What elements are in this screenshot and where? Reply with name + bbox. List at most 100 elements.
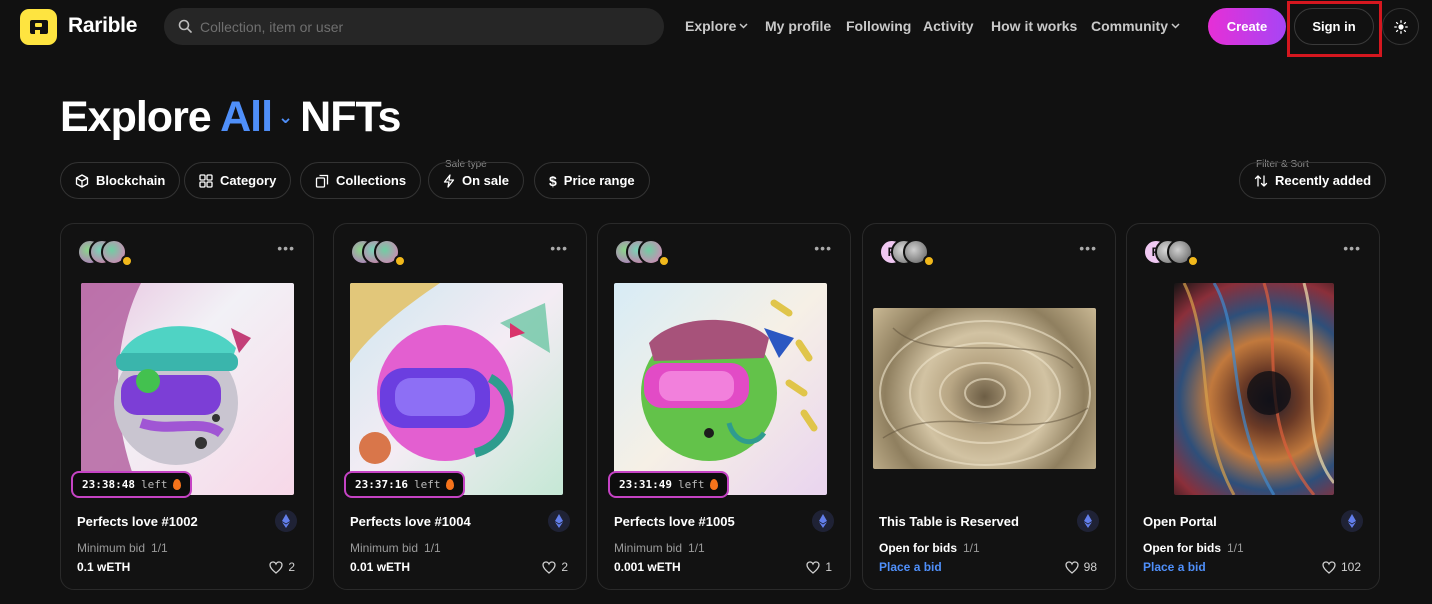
nft-image[interactable]: [350, 283, 563, 495]
sort-arrows-icon: [1254, 174, 1268, 188]
collections-icon: [315, 174, 329, 188]
nft-title[interactable]: Perfects love #1002: [77, 514, 198, 529]
search-icon: [178, 19, 192, 33]
filter-collections-label: Collections: [336, 173, 407, 188]
chevron-down-icon[interactable]: ⌄: [278, 107, 293, 127]
sort-dropdown-label: Recently added: [1275, 173, 1372, 188]
auction-timer: 23:38:48 left: [71, 471, 193, 498]
bid-info: Minimum bid 1/1: [77, 541, 168, 555]
filter-price-range[interactable]: $ Price range: [534, 162, 650, 199]
nft-image[interactable]: [1174, 283, 1334, 495]
search-bar[interactable]: [164, 8, 664, 45]
chevron-down-icon: [1171, 23, 1180, 29]
bid-label: Open for bids: [879, 541, 957, 555]
bid-info: Minimum bid 1/1: [614, 541, 705, 555]
nav-explore-label: Explore: [685, 18, 737, 34]
ethereum-icon: [812, 510, 834, 532]
nft-card[interactable]: ••• 23:31:49 left Perfects love #1005 Min…: [597, 223, 851, 590]
heart-icon: [542, 560, 556, 574]
heart-icon: [269, 560, 283, 574]
like-count: 98: [1083, 560, 1097, 574]
bid-label: Minimum bid: [77, 541, 146, 555]
heart-icon: [1322, 560, 1336, 574]
sign-in-button[interactable]: Sign in: [1294, 8, 1374, 45]
nft-card[interactable]: R ••• Open Portal Open for bids 1/1 Place…: [1126, 223, 1380, 590]
nft-artwork: [1182, 283, 1334, 495]
edition-count: 1/1: [688, 541, 705, 555]
nav-explore[interactable]: Explore: [685, 18, 748, 34]
fire-icon: [710, 479, 719, 490]
nft-card[interactable]: ••• 23:38:48 left Perfects love #1002 Min…: [60, 223, 314, 590]
nft-card[interactable]: ••• 23:37:16 left Perfects love #1004 Min…: [333, 223, 587, 590]
nft-image[interactable]: [81, 283, 294, 495]
heart-icon: [806, 560, 820, 574]
title-category-selector[interactable]: All: [220, 93, 273, 141]
title-suffix: NFTs: [300, 93, 401, 141]
sun-icon: [1393, 19, 1408, 34]
like-button[interactable]: 98: [1064, 560, 1097, 574]
like-count: 2: [288, 560, 295, 574]
filter-sale-type[interactable]: On sale: [428, 162, 524, 199]
brand-name[interactable]: Rarible: [68, 14, 137, 38]
nav-following[interactable]: Following: [846, 18, 911, 34]
nav-activity[interactable]: Activity: [923, 18, 974, 34]
nft-artwork: [350, 283, 550, 464]
like-button[interactable]: 1: [806, 560, 832, 574]
more-options-icon[interactable]: •••: [814, 240, 832, 256]
price-value: 0.1 wETH: [77, 560, 131, 574]
nft-title[interactable]: This Table is Reserved: [879, 514, 1019, 529]
more-options-icon[interactable]: •••: [1343, 240, 1361, 256]
lightning-icon: [443, 173, 455, 188]
nft-artwork: [641, 299, 818, 461]
timer-suffix: left: [677, 478, 705, 491]
bid-label: Minimum bid: [614, 541, 683, 555]
nft-title[interactable]: Perfects love #1005: [614, 514, 735, 529]
page-title: Explore All ⌄ NFTs: [60, 93, 401, 142]
verified-badge-icon: [394, 255, 406, 267]
grid-icon: [199, 173, 213, 188]
owner-avatars: [614, 239, 684, 267]
filter-sale-type-label: On sale: [462, 173, 509, 188]
more-options-icon[interactable]: •••: [550, 240, 568, 256]
rarible-logo-icon[interactable]: [20, 9, 57, 45]
owner-avatars: [77, 239, 147, 267]
filter-category[interactable]: Category: [184, 162, 292, 199]
bid-info: Minimum bid 1/1: [350, 541, 441, 555]
filter-collections[interactable]: Collections: [300, 162, 422, 199]
nav-my-profile[interactable]: My profile: [765, 18, 831, 34]
edition-count: 1/1: [1227, 541, 1244, 555]
place-bid-link[interactable]: Place a bid: [1143, 560, 1206, 574]
nft-title[interactable]: Perfects love #1004: [350, 514, 471, 529]
like-count: 1: [825, 560, 832, 574]
filter-blockchain[interactable]: Blockchain: [60, 162, 181, 199]
like-count: 102: [1340, 560, 1361, 574]
theme-toggle-button[interactable]: [1382, 8, 1419, 45]
like-button[interactable]: 102: [1322, 560, 1361, 574]
more-options-icon[interactable]: •••: [277, 240, 295, 256]
bid-label: Open for bids: [1143, 541, 1221, 555]
nft-card[interactable]: R ••• This Table is Reserved Open for bi…: [862, 223, 1116, 590]
sort-dropdown[interactable]: Recently added: [1239, 162, 1387, 199]
dollar-icon: $: [549, 172, 557, 189]
verified-badge-icon: [121, 255, 133, 267]
like-button[interactable]: 2: [269, 560, 295, 574]
search-input[interactable]: [200, 8, 640, 45]
bid-label: Minimum bid: [350, 541, 419, 555]
more-options-icon[interactable]: •••: [1079, 240, 1097, 256]
nav-how-it-works[interactable]: How it works: [991, 18, 1077, 34]
nav-community[interactable]: Community: [1091, 18, 1180, 34]
nft-image[interactable]: [614, 283, 827, 495]
fire-icon: [446, 479, 455, 490]
create-button[interactable]: Create: [1208, 8, 1286, 45]
nft-image[interactable]: [873, 308, 1096, 469]
chevron-down-icon: [739, 23, 748, 29]
ethereum-icon: [1341, 510, 1363, 532]
filter-price-range-label: Price range: [563, 173, 635, 188]
bid-info: Open for bids 1/1: [1143, 541, 1244, 555]
auction-timer: 23:31:49 left: [608, 471, 730, 498]
nft-title[interactable]: Open Portal: [1143, 514, 1217, 529]
like-button[interactable]: 2: [542, 560, 568, 574]
bid-info: Open for bids 1/1: [879, 541, 980, 555]
place-bid-link[interactable]: Place a bid: [879, 560, 942, 574]
nft-artwork: [81, 283, 251, 495]
